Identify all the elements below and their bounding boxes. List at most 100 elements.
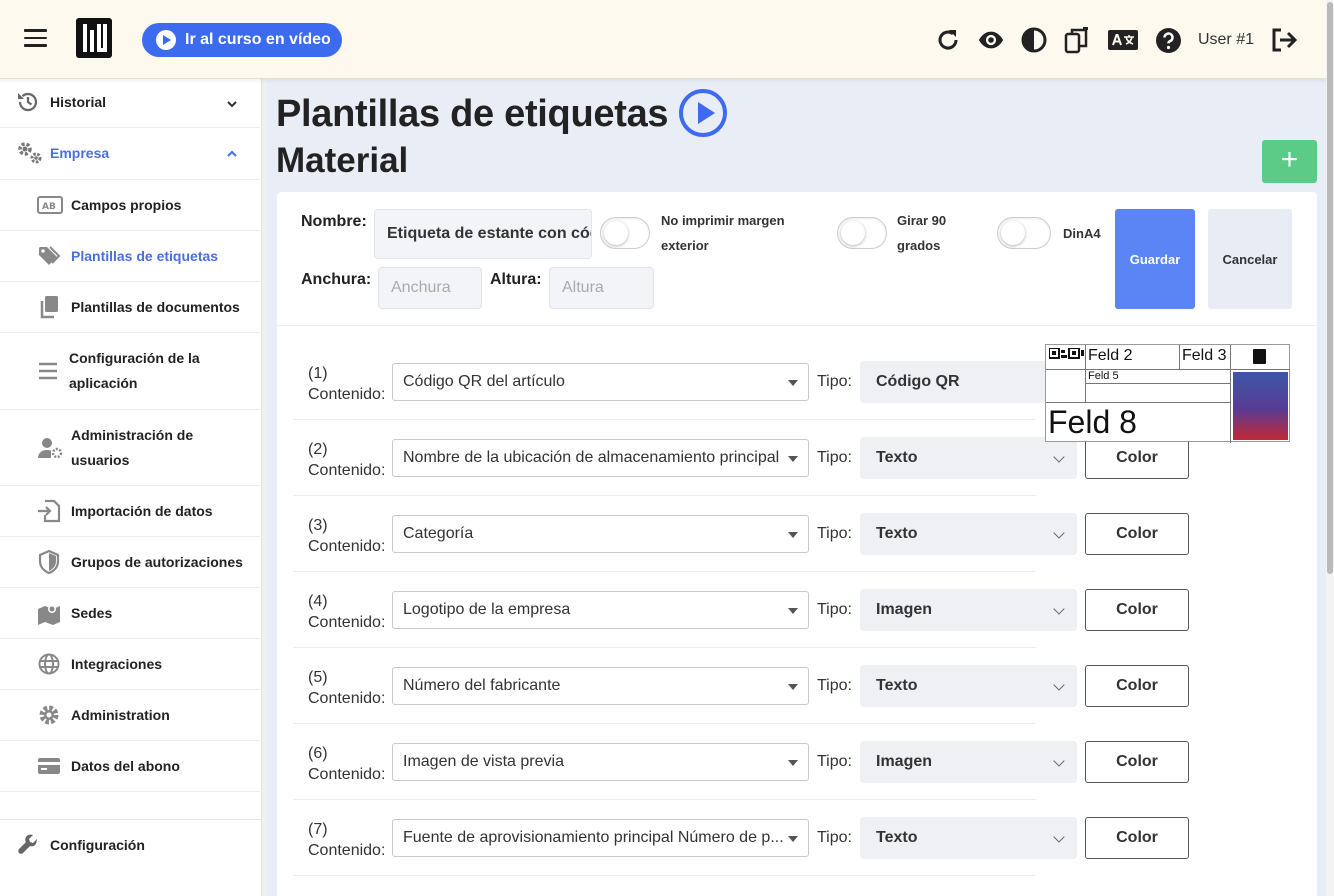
tipo-label: Tipo: bbox=[817, 525, 852, 542]
preview-feld-3: Feld 3 bbox=[1179, 345, 1231, 370]
refresh-icon[interactable] bbox=[934, 26, 962, 54]
content-label: Contenido: bbox=[308, 614, 386, 631]
sidebar-item-importacion-datos[interactable]: Importación de datos bbox=[0, 486, 262, 537]
color-button[interactable]: Color bbox=[1085, 665, 1189, 707]
tipo-select[interactable]: Imagen bbox=[860, 741, 1077, 783]
sidebar: Historial Empresa AB Campos propios Plan… bbox=[0, 79, 262, 896]
content-select[interactable]: Fuente de aprovisionamiento principal Nú… bbox=[392, 819, 809, 857]
sidebar-item-campos-propios[interactable]: AB Campos propios bbox=[0, 180, 262, 231]
content-select[interactable]: Código QR del artículo bbox=[392, 363, 809, 401]
row-number: (2) Contenido: bbox=[308, 439, 385, 481]
sidebar-item-label: Campos propios bbox=[71, 197, 182, 213]
sidebar-item-label: Administración de usuarios bbox=[71, 427, 194, 468]
content-label: Contenido: bbox=[308, 842, 386, 859]
row-index: (5) bbox=[308, 669, 328, 686]
sidebar-item-label: Sedes bbox=[71, 605, 113, 621]
caret-down-icon bbox=[788, 836, 798, 842]
video-course-label: Ir al curso en vídeo bbox=[185, 31, 331, 48]
scrollbar-thumb[interactable] bbox=[1327, 2, 1333, 574]
content-label: Contenido: bbox=[308, 690, 386, 707]
rotate-toggle[interactable] bbox=[837, 217, 887, 249]
divider bbox=[277, 325, 1317, 326]
devices-icon[interactable] bbox=[1063, 26, 1091, 54]
chevron-down-icon bbox=[1053, 451, 1065, 463]
tipo-value: Texto bbox=[876, 677, 918, 694]
copy-icon bbox=[37, 295, 61, 319]
cancel-button[interactable]: Cancelar bbox=[1208, 209, 1292, 309]
content-select[interactable]: Número del fabricante bbox=[392, 667, 809, 705]
tipo-select[interactable]: Texto bbox=[860, 665, 1077, 707]
tipo-select[interactable]: Texto bbox=[860, 817, 1077, 859]
sidebar-item-empresa[interactable]: Empresa bbox=[0, 128, 262, 180]
tipo-value: Imagen bbox=[876, 753, 933, 770]
sidebar-item-sedes[interactable]: Sedes bbox=[0, 588, 262, 639]
caret-down-icon bbox=[788, 760, 798, 766]
sidebar-item-configuracion[interactable]: Configuración bbox=[0, 820, 262, 871]
save-button[interactable]: Guardar bbox=[1115, 209, 1195, 309]
play-icon bbox=[156, 30, 176, 50]
main-content: Plantillas de etiquetas Material + Nombr… bbox=[267, 79, 1326, 896]
dina4-label: DinA4 bbox=[1063, 226, 1101, 241]
sidebar-item-integraciones[interactable]: Integraciones bbox=[0, 639, 262, 690]
file-import-icon bbox=[37, 499, 61, 523]
color-button[interactable]: Color bbox=[1085, 589, 1189, 631]
sidebar-item-label: Historial bbox=[50, 94, 107, 110]
content-select[interactable]: Nombre de la ubicación de almacenamiento… bbox=[392, 439, 809, 477]
caret-down-icon bbox=[788, 532, 798, 538]
app-logo[interactable] bbox=[76, 18, 112, 58]
eye-icon[interactable] bbox=[977, 26, 1005, 54]
page-scrollbar[interactable] bbox=[1326, 0, 1334, 896]
color-button[interactable]: Color bbox=[1085, 437, 1189, 479]
play-video-icon[interactable] bbox=[679, 89, 727, 137]
list-icon bbox=[36, 359, 60, 383]
sidebar-item-historial[interactable]: Historial bbox=[0, 79, 262, 128]
user-label[interactable]: User #1 bbox=[1198, 31, 1254, 49]
tipo-select[interactable]: Imagen bbox=[860, 589, 1077, 631]
top-bar: Ir al curso en vídeo User #1 bbox=[0, 0, 1334, 79]
logout-icon[interactable] bbox=[1270, 26, 1298, 54]
row-index: (7) bbox=[308, 821, 328, 838]
no-margin-toggle[interactable] bbox=[600, 217, 650, 249]
content-label: Contenido: bbox=[308, 462, 386, 479]
add-template-button[interactable]: + bbox=[1262, 140, 1317, 183]
sidebar-item-grupos-autorizaciones[interactable]: Grupos de autorizaciones bbox=[0, 537, 262, 588]
sidebar-item-administracion-usuarios[interactable]: Administración de usuarios bbox=[0, 410, 262, 486]
content-select[interactable]: Imagen de vista previa bbox=[392, 743, 809, 781]
row-number: (1) Contenido: bbox=[308, 363, 385, 405]
height-input[interactable]: Altura bbox=[549, 267, 654, 309]
tipo-label: Tipo: bbox=[817, 753, 852, 770]
tipo-select[interactable]: Texto bbox=[860, 437, 1077, 479]
row-number: (3) Contenido: bbox=[308, 515, 385, 557]
sidebar-item-plantillas-documentos[interactable]: Plantillas de documentos bbox=[0, 282, 262, 333]
width-input[interactable]: Anchura bbox=[378, 267, 482, 309]
chevron-down-icon bbox=[1053, 603, 1065, 615]
tipo-select[interactable]: Texto bbox=[860, 513, 1077, 555]
content-row: (5) Contenido: Número del fabricante Tipo: T… bbox=[293, 648, 1189, 724]
row-index: (6) bbox=[308, 745, 328, 762]
sidebar-item-configuracion-aplicacion[interactable]: Configuración de la aplicación bbox=[0, 333, 262, 410]
row-index: (1) bbox=[308, 365, 328, 382]
rotate-label: Girar 90 grados bbox=[897, 213, 947, 253]
content-select[interactable]: Logotipo de la empresa bbox=[392, 591, 809, 629]
gear-icon bbox=[37, 703, 61, 727]
color-button[interactable]: Color bbox=[1085, 741, 1189, 783]
menu-icon[interactable] bbox=[24, 29, 47, 49]
user-gear-icon bbox=[37, 436, 65, 460]
chevron-down-icon bbox=[1053, 831, 1065, 843]
translate-icon[interactable] bbox=[1106, 26, 1140, 54]
name-input[interactable]: Etiqueta de estante con código QR bbox=[374, 209, 592, 259]
sidebar-item-administration[interactable]: Administration bbox=[0, 690, 262, 741]
sidebar-item-label: Plantillas de documentos bbox=[71, 299, 240, 315]
sidebar-item-datos-abono[interactable]: Datos del abono bbox=[0, 741, 262, 792]
label-preview: Feld 2 Feld 3 Feld 5 Feld 8 bbox=[1045, 344, 1290, 443]
top-icons: User #1 bbox=[934, 22, 1334, 58]
caret-down-icon bbox=[788, 608, 798, 614]
sidebar-item-plantillas-etiquetas[interactable]: Plantillas de etiquetas bbox=[0, 231, 262, 282]
dina4-toggle[interactable] bbox=[997, 217, 1051, 249]
video-course-button[interactable]: Ir al curso en vídeo bbox=[142, 23, 342, 57]
color-button[interactable]: Color bbox=[1085, 513, 1189, 555]
content-select[interactable]: Categoría bbox=[392, 515, 809, 553]
color-button[interactable]: Color bbox=[1085, 817, 1189, 859]
help-icon[interactable] bbox=[1155, 26, 1183, 54]
contrast-icon[interactable] bbox=[1020, 26, 1048, 54]
